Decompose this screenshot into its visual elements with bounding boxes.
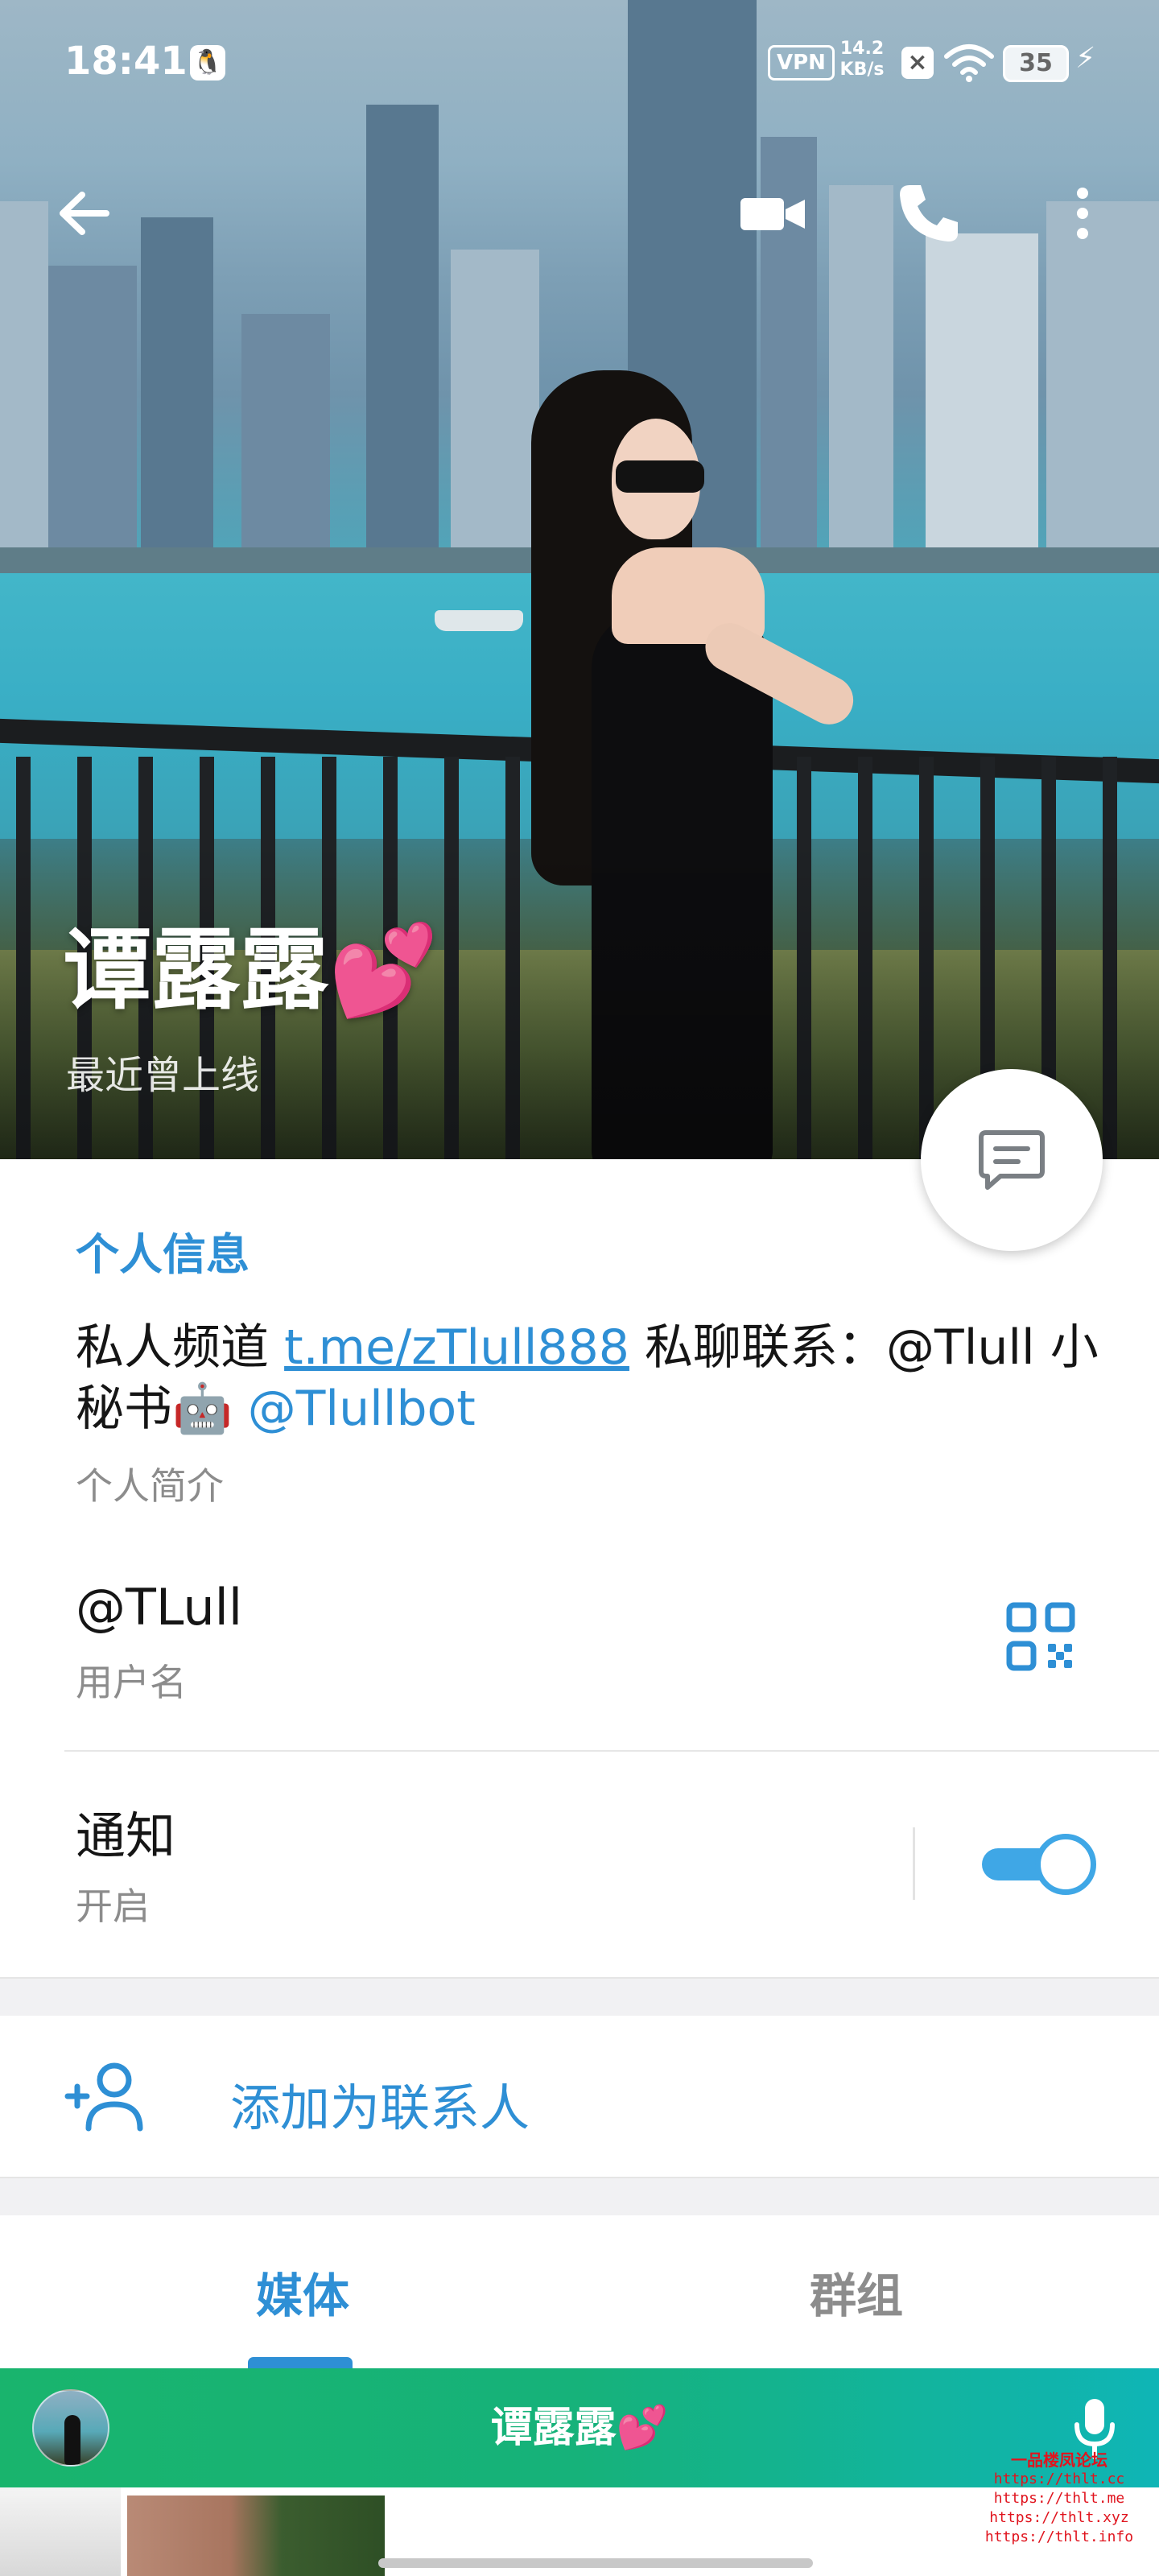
send-message-button[interactable] [921, 1069, 1103, 1251]
skyline-building [141, 217, 213, 555]
vpn-badge: VPN [768, 45, 835, 80]
notifications-status: 开启 [76, 1885, 150, 1928]
notifications-toggle[interactable] [982, 1832, 1096, 1895]
add-contact-row[interactable]: 添加为联系人 [0, 2016, 1159, 2177]
tab-media[interactable]: 媒体 [13, 2215, 592, 2368]
username[interactable]: @TLull [76, 1578, 242, 1637]
profile-screen: 18:41 🐧 VPN 14.2 KB/s × 35 ⚡ 谭露露💕 最近曾上线 … [0, 0, 1159, 2576]
media-thumbnail[interactable] [127, 2496, 385, 2576]
watermark-url: https://thlt.info [984, 2529, 1134, 2545]
watermark: 一品楼凤论坛 https://thlt.cc https://thlt.me h… [963, 2450, 1156, 2547]
status-time: 18:41 [64, 39, 188, 84]
no-sim-icon: × [901, 47, 934, 79]
skyline-building [241, 314, 330, 555]
qq-penguin-icon: 🐧 [190, 45, 225, 80]
profile-name: 谭露露💕 [63, 919, 439, 1022]
add-user-icon [64, 2062, 143, 2132]
boat [435, 610, 523, 631]
chat-bubble-icon [979, 1130, 1045, 1190]
arrow-left-icon [60, 192, 109, 235]
info-section: 个人信息 私人频道 t.me/zTlull888 私聊联系：@Tlull 小秘书… [0, 1159, 1159, 1977]
more-options-button[interactable] [1046, 177, 1119, 250]
section-title: 个人信息 [76, 1229, 250, 1280]
network-speed: 14.2 KB/s [834, 39, 890, 80]
video-call-button[interactable] [737, 177, 810, 250]
watermark-url: https://thlt.cc [993, 2471, 1125, 2487]
media-thumbnail[interactable] [0, 2487, 121, 2576]
section-gap [0, 2177, 1159, 2215]
divider-vertical [913, 1827, 915, 1900]
qr-code-icon [1006, 1602, 1075, 1671]
skyline-building [48, 266, 137, 555]
network-speed-value: 14.2 [839, 39, 885, 59]
skyline-building [1046, 201, 1159, 555]
add-contact-label: 添加为联系人 [230, 2079, 530, 2137]
bot-mention-link[interactable]: @Tlullbot [248, 1381, 476, 1437]
watermark-url: https://thlt.me [993, 2490, 1125, 2507]
skyline-building [0, 201, 48, 555]
skyline-building [451, 250, 539, 555]
back-button[interactable] [48, 177, 121, 250]
home-indicator[interactable] [378, 2558, 813, 2568]
more-vertical-icon [1077, 188, 1088, 239]
skyline-building [926, 233, 1038, 555]
person-sunglasses [616, 460, 704, 493]
watermark-title: 一品楼凤论坛 [1011, 2450, 1107, 2470]
notifications-title[interactable]: 通知 [76, 1795, 175, 1868]
section-gap [0, 1977, 1159, 2016]
video-camera-icon [740, 198, 805, 230]
qr-code-button[interactable] [1006, 1602, 1075, 1671]
network-speed-unit: KB/s [839, 60, 885, 80]
battery-icon: 35 [1003, 45, 1069, 82]
username-label: 用户名 [76, 1661, 187, 1704]
watermark-url: https://thlt.xyz [989, 2509, 1129, 2526]
wifi-icon [943, 42, 995, 87]
divider [64, 1750, 1159, 1752]
last-seen-status: 最近曾上线 [66, 1053, 260, 1098]
bio-text[interactable]: 私人频道 t.me/zTlull888 私聊联系：@Tlull 小秘书🤖 @Tl… [76, 1317, 1122, 1439]
charging-icon: ⚡ [1075, 42, 1096, 75]
phone-icon [900, 185, 958, 242]
channel-link[interactable]: t.me/zTlull888 [284, 1319, 629, 1376]
bio-prefix: 私人频道 [76, 1319, 285, 1376]
skyline-building [829, 185, 893, 555]
toggle-knob [1035, 1834, 1096, 1895]
tab-groups[interactable]: 群组 [567, 2215, 1146, 2368]
bio-label: 个人简介 [76, 1464, 224, 1508]
voice-call-button[interactable] [892, 177, 964, 250]
media-tabs: 媒体 群组 [0, 2215, 1159, 2368]
tab-active-indicator [248, 2357, 353, 2368]
skyline-building [366, 105, 439, 555]
